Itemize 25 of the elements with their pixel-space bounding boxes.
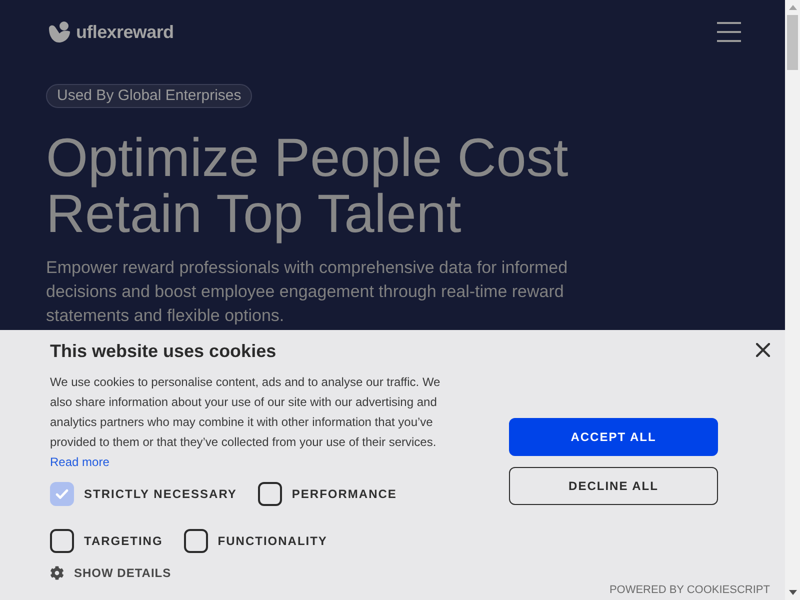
hero-description: Empower reward professionals with comprehensive data for informed decisions and boost employee engagement through real-time reward statements and flexible options.: [46, 257, 569, 327]
show-details-button[interactable]: SHOW DETAILS: [50, 565, 172, 581]
category-label[interactable]: PERFORMANCE: [292, 486, 397, 502]
logo-text[interactable]: uflexreward: [76, 21, 174, 43]
cookie-description: We use cookies to personalise content, ads and to analyse our traffic. We also share information about your use of our site with our advertising and analytics partners who may combine it with other information that you’ve provided to them or that they’ve collected from your use of their services.: [50, 374, 442, 451]
scrollbar[interactable]: [785, 0, 800, 600]
close-icon[interactable]: [756, 343, 770, 357]
menu-icon[interactable]: [717, 22, 741, 42]
category-label[interactable]: FUNCTIONALITY: [218, 533, 328, 549]
category-label[interactable]: TARGETING: [84, 533, 163, 549]
scrollbar-thumb[interactable]: [787, 15, 798, 70]
badge: Used By Global Enterprises: [46, 84, 252, 108]
powered-by-link[interactable]: POWERED BY COOKIESCRIPT: [609, 583, 770, 597]
decline-button[interactable]: DECLINE ALL: [509, 467, 718, 505]
scroll-down-icon[interactable]: [788, 590, 796, 595]
logo-icon[interactable]: [48, 21, 71, 43]
checkbox[interactable]: [50, 529, 74, 553]
gear-icon: [50, 566, 64, 580]
accept-button[interactable]: ACCEPT ALL: [509, 418, 718, 456]
read-more-link[interactable]: Read more: [50, 452, 110, 472]
hero-title: Optimize People Cost Retain Top Talent: [46, 130, 568, 242]
checkbox[interactable]: [184, 529, 208, 553]
checkmark-icon: [55, 487, 69, 501]
banner-title: This website uses cookies: [50, 340, 276, 362]
checkbox[interactable]: [258, 482, 282, 506]
